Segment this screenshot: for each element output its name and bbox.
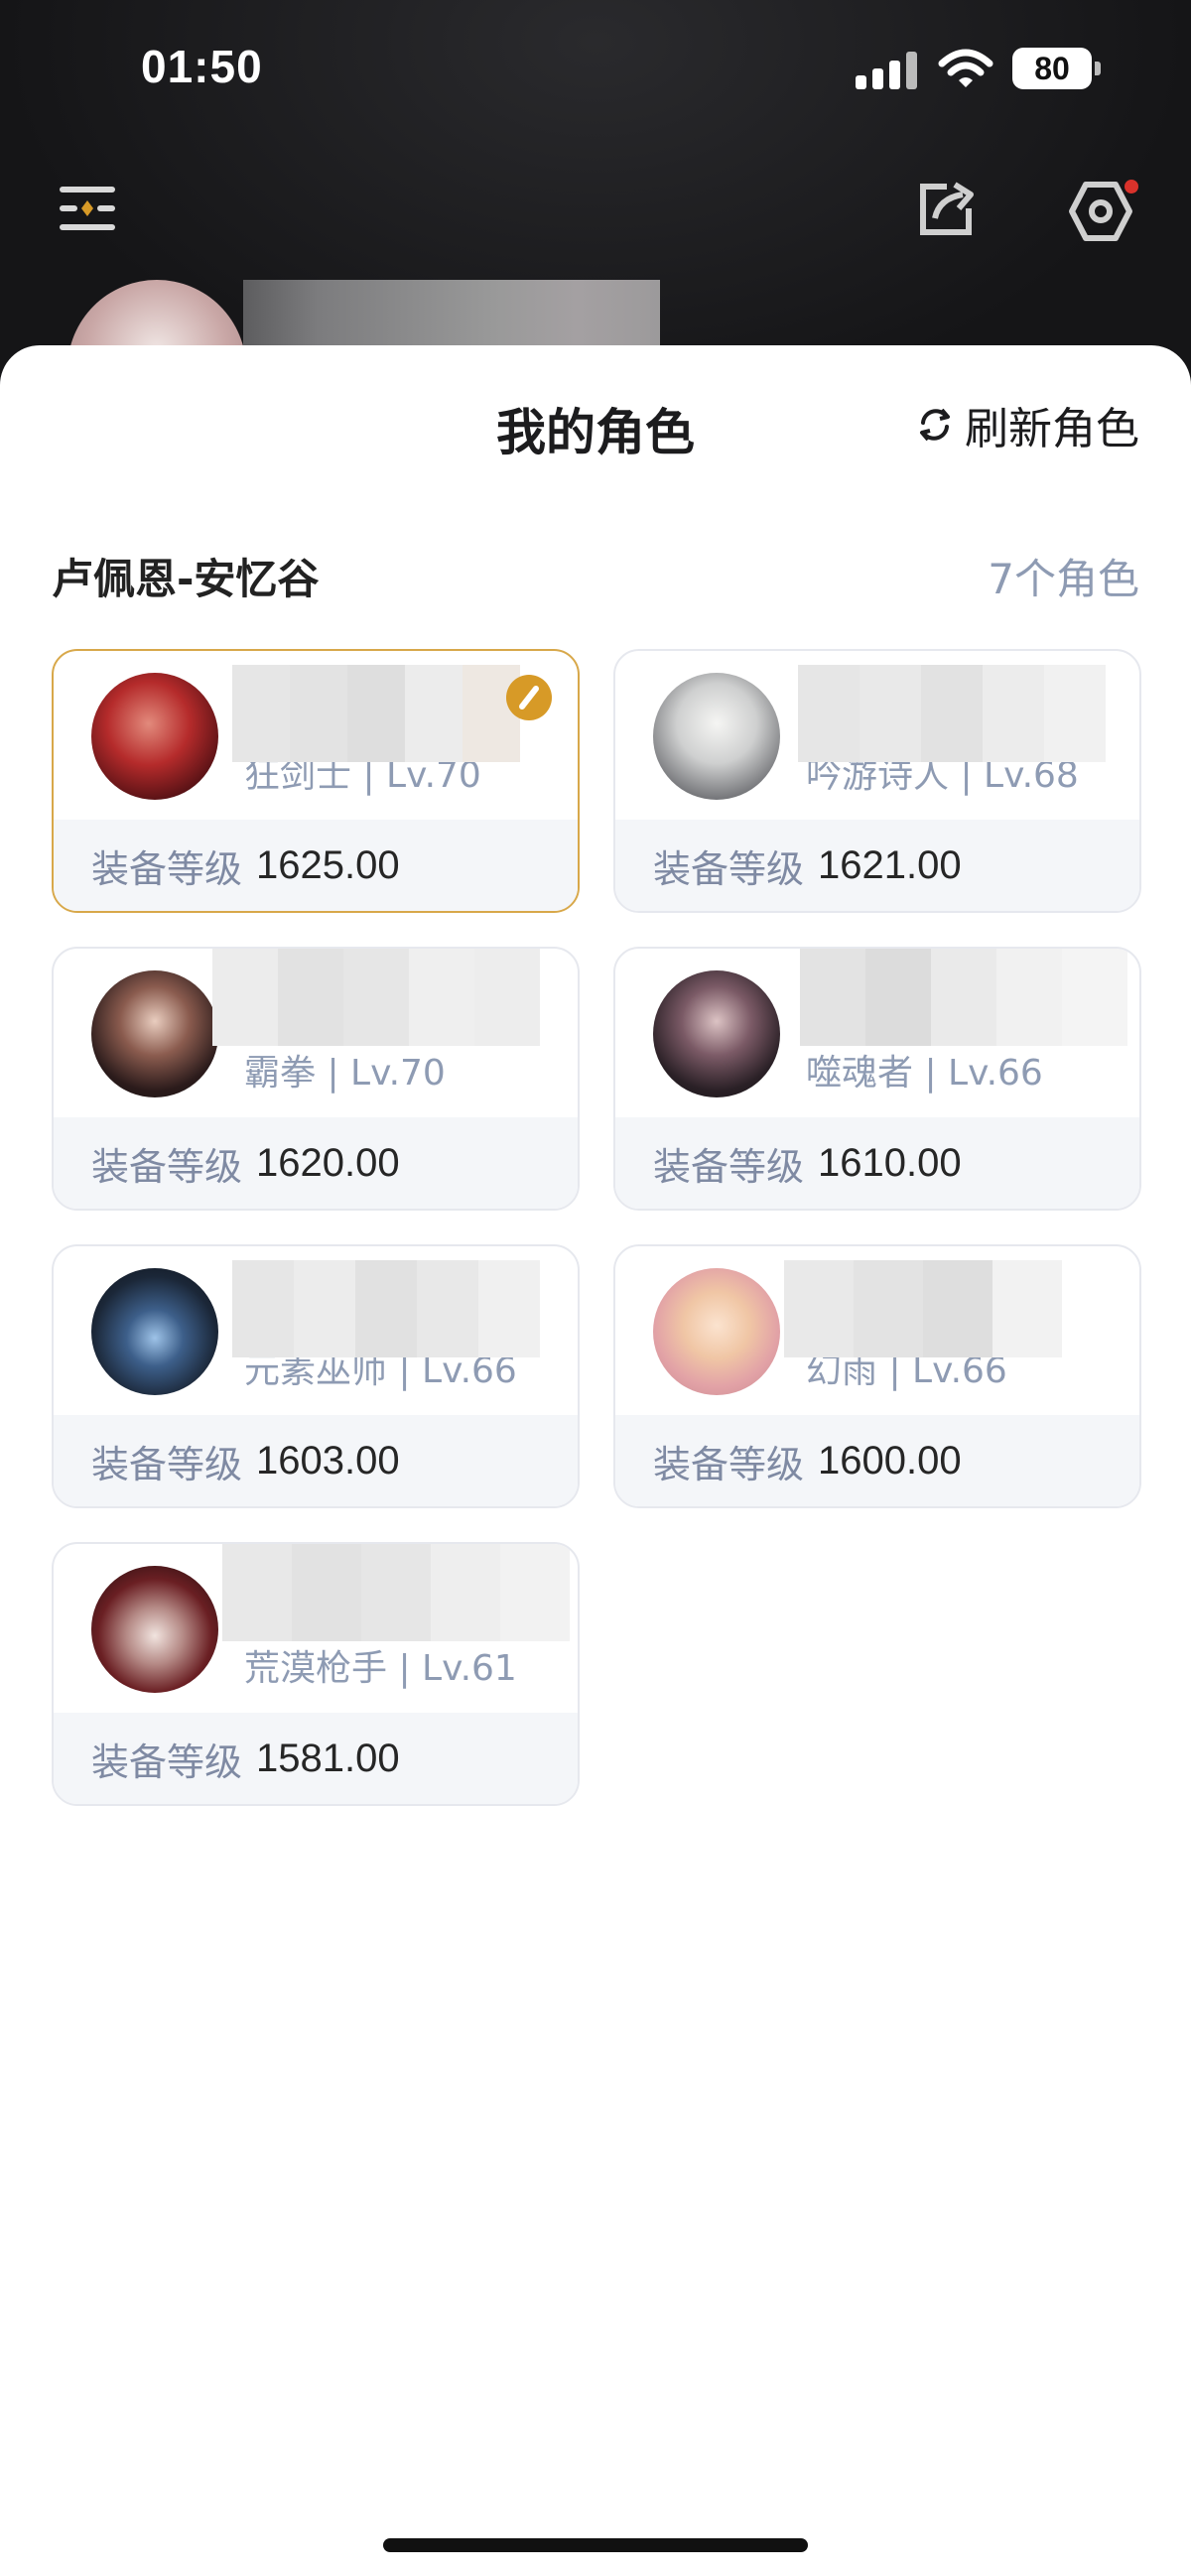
equip-level-row: 装备等级 1625.00 xyxy=(54,820,578,911)
character-avatar xyxy=(91,673,218,800)
equip-level-row: 装备等级 1621.00 xyxy=(615,820,1139,911)
signal-icon xyxy=(856,52,917,89)
character-class-level: 荒漠枪手 | Lv.61 xyxy=(244,1648,517,1689)
share-icon[interactable] xyxy=(913,177,981,240)
character-class-level: 噬魂者 | Lv.66 xyxy=(806,1053,1043,1094)
status-time: 01:50 xyxy=(141,41,263,92)
equip-level-label: 装备等级 xyxy=(91,1144,243,1189)
equip-level-row: 装备等级 1603.00 xyxy=(54,1415,578,1506)
equip-level-value: 1625.00 xyxy=(256,842,400,887)
redacted-character-name xyxy=(798,665,1106,762)
character-avatar xyxy=(91,1566,218,1693)
redacted-character-name xyxy=(222,1544,570,1641)
character-sheet: 我的角色 刷新角色 卢佩恩-安忆谷 7个角色 狂剑士 | Lv.70 装备等级 … xyxy=(0,345,1191,2576)
character-card[interactable]: 荒漠枪手 | Lv.61 装备等级 1581.00 xyxy=(52,1542,580,1806)
character-card[interactable]: 霸拳 | Lv.70 装备等级 1620.00 xyxy=(52,947,580,1211)
character-avatar xyxy=(653,970,780,1097)
equip-level-row: 装备等级 1600.00 xyxy=(615,1415,1139,1506)
battery-indicator: 80 xyxy=(1012,48,1092,89)
character-avatar xyxy=(653,673,780,800)
refresh-label: 刷新角色 xyxy=(965,404,1139,454)
equip-level-label: 装备等级 xyxy=(653,1442,805,1486)
character-count: 7个角色 xyxy=(988,555,1139,603)
equip-level-value: 1600.00 xyxy=(818,1438,962,1482)
redacted-character-name xyxy=(232,665,520,762)
menu-icon[interactable] xyxy=(56,179,119,238)
redacted-character-name xyxy=(800,949,1127,1046)
selected-check-icon xyxy=(506,675,552,720)
battery-tip xyxy=(1095,62,1101,75)
equip-level-row: 装备等级 1620.00 xyxy=(54,1117,578,1209)
redacted-character-name xyxy=(784,1260,1062,1357)
character-avatar xyxy=(91,970,218,1097)
equip-level-label: 装备等级 xyxy=(91,1442,243,1486)
equip-level-value: 1620.00 xyxy=(256,1140,400,1185)
refresh-characters-button[interactable]: 刷新角色 xyxy=(915,393,1139,456)
equip-level-label: 装备等级 xyxy=(91,846,243,891)
equip-level-value: 1603.00 xyxy=(256,1438,400,1482)
equip-level-value: 1621.00 xyxy=(818,842,962,887)
equip-level-label: 装备等级 xyxy=(653,1144,805,1189)
character-avatar xyxy=(91,1268,218,1395)
character-card[interactable]: 吟游诗人 | Lv.68 装备等级 1621.00 xyxy=(613,649,1141,913)
refresh-icon xyxy=(920,408,950,442)
character-card[interactable]: 狂剑士 | Lv.70 装备等级 1625.00 xyxy=(52,649,580,913)
equip-level-value: 1610.00 xyxy=(818,1140,962,1185)
character-card[interactable]: 元素巫师 | Lv.66 装备等级 1603.00 xyxy=(52,1244,580,1508)
equip-level-row: 装备等级 1610.00 xyxy=(615,1117,1139,1209)
server-name: 卢佩恩-安忆谷 xyxy=(52,555,320,603)
equip-level-label: 装备等级 xyxy=(91,1739,243,1784)
redacted-character-name xyxy=(232,1260,540,1357)
character-card[interactable]: 幻雨 | Lv.66 装备等级 1600.00 xyxy=(613,1244,1141,1508)
character-avatar xyxy=(653,1268,780,1395)
character-class-level: 霸拳 | Lv.70 xyxy=(244,1053,446,1094)
settings-icon[interactable] xyxy=(1066,177,1139,246)
equip-level-value: 1581.00 xyxy=(256,1736,400,1780)
equip-level-label: 装备等级 xyxy=(653,846,805,891)
home-indicator[interactable] xyxy=(383,2538,808,2552)
character-card[interactable]: 噬魂者 | Lv.66 装备等级 1610.00 xyxy=(613,947,1141,1211)
equip-level-row: 装备等级 1581.00 xyxy=(54,1713,578,1804)
redacted-character-name xyxy=(212,949,540,1046)
wifi-icon xyxy=(938,49,993,87)
